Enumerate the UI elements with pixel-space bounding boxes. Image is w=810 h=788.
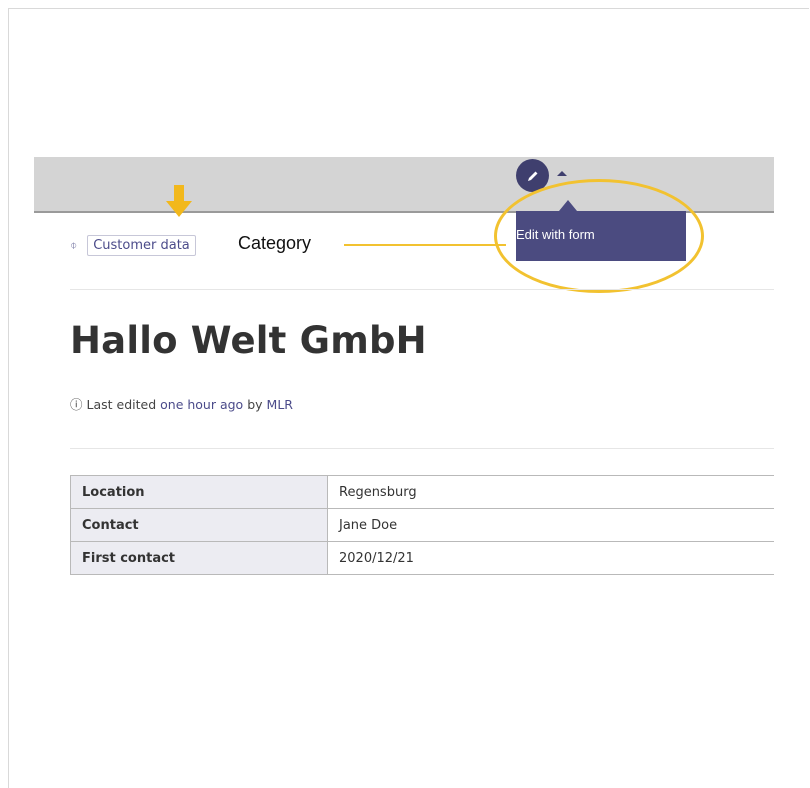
- meta-by: by: [247, 397, 263, 412]
- meta-prefix: Last edited: [86, 397, 157, 412]
- screenshot-panel: Edit with form ⌽ Customer data Category …: [34, 157, 774, 645]
- last-edited-info: ⓘ Last edited one hour ago by MLR: [70, 394, 293, 413]
- category-row: ⌽ Customer data: [70, 235, 196, 256]
- table-row: Contact Jane Doe: [70, 508, 774, 542]
- arrow-down-icon: [166, 185, 192, 217]
- info-icon: ⓘ: [70, 397, 83, 412]
- property-value: Jane Doe: [327, 508, 774, 542]
- property-key: Location: [70, 475, 328, 509]
- highlight-ellipse: [494, 179, 704, 293]
- category-tag[interactable]: Customer data: [87, 235, 196, 256]
- divider: [70, 448, 774, 449]
- callout-line: [344, 244, 506, 246]
- table-row: First contact 2020/12/21: [70, 541, 774, 575]
- dropdown-caret-icon[interactable]: [557, 171, 567, 176]
- property-value: Regensburg: [327, 475, 774, 509]
- property-key: First contact: [70, 541, 328, 575]
- properties-table: Location Regensburg Contact Jane Doe Fir…: [70, 475, 774, 575]
- page-title: Hallo Welt GmbH: [70, 319, 427, 362]
- edited-time-link[interactable]: one hour ago: [160, 397, 243, 412]
- property-value: 2020/12/21: [327, 541, 774, 575]
- category-callout-label: Category: [238, 233, 312, 253]
- author-link[interactable]: MLR: [267, 397, 293, 412]
- divider: [70, 289, 774, 290]
- tag-icon: ⌽: [70, 238, 78, 252]
- table-row: Location Regensburg: [70, 475, 774, 509]
- pencil-icon: [527, 171, 537, 181]
- property-key: Contact: [70, 508, 328, 542]
